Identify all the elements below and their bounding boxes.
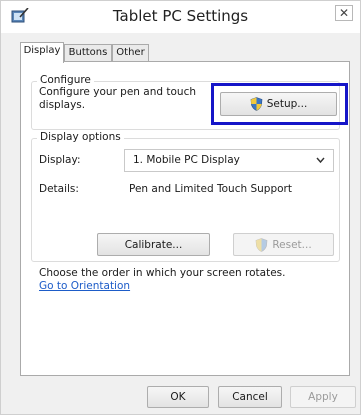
window-title: Tablet PC Settings: [112, 7, 249, 25]
tablet-pc-settings-dialog: Tablet PC Settings ✕ Display Buttons Oth…: [0, 0, 361, 415]
go-to-orientation-link[interactable]: Go to Orientation: [39, 280, 130, 292]
cancel-button-label: Cancel: [232, 391, 268, 403]
title-bar: Tablet PC Settings ✕: [1, 1, 360, 33]
ok-button-label: OK: [170, 391, 186, 403]
display-select-value: 1. Mobile PC Display: [133, 154, 240, 166]
uac-shield-icon: [255, 237, 268, 252]
chevron-down-icon: [316, 157, 325, 164]
details-label: Details:: [39, 183, 79, 195]
apply-button-label: Apply: [308, 391, 338, 403]
reset-button[interactable]: Reset...: [233, 233, 334, 256]
display-select[interactable]: 1. Mobile PC Display: [124, 149, 334, 172]
ok-button[interactable]: OK: [147, 386, 209, 408]
calibrate-button[interactable]: Calibrate...: [97, 233, 210, 256]
tab-other[interactable]: Other: [112, 44, 149, 62]
setup-highlight-box: [211, 83, 348, 125]
tab-buttons[interactable]: Buttons: [64, 44, 112, 62]
configure-description-line-1: Configure your pen and touch: [39, 86, 197, 98]
orientation-description: Choose the order in which your screen ro…: [39, 267, 286, 279]
cancel-button[interactable]: Cancel: [218, 386, 282, 408]
close-button[interactable]: ✕: [335, 5, 353, 21]
apply-button[interactable]: Apply: [290, 386, 356, 408]
calibrate-button-label: Calibrate...: [124, 238, 183, 251]
details-value: Pen and Limited Touch Support: [129, 183, 292, 195]
configure-group-label: Configure: [37, 74, 94, 86]
tab-display[interactable]: Display: [20, 42, 64, 63]
configure-description-line-2: displays.: [39, 99, 86, 111]
display-label: Display:: [39, 154, 81, 166]
reset-button-label: Reset...: [272, 238, 312, 251]
display-options-group-label: Display options: [37, 131, 124, 143]
